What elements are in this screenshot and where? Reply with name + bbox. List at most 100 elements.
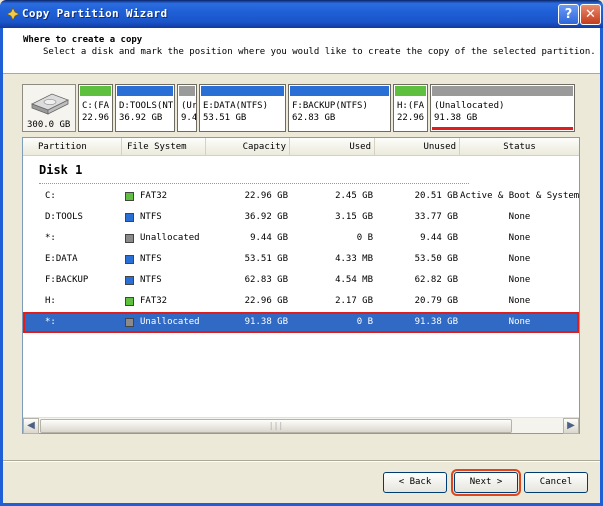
cell-partition: *:	[45, 317, 56, 327]
cell-partition: H:	[45, 296, 56, 306]
segment-size: 9.4	[181, 113, 197, 123]
cell-capacity: 22.96 GB	[244, 191, 288, 201]
cell-unused: 33.77 GB	[414, 212, 458, 222]
cell-capacity: 62.83 GB	[244, 275, 288, 285]
file-system-color-icon	[125, 297, 134, 306]
column-file-system[interactable]: File System	[122, 138, 206, 156]
table-row[interactable]: F:BACKUP 62.83 GB 4.54 MB 62.82 GB None NTFS	[23, 270, 579, 291]
table-row[interactable]: *: 91.38 GB 0 B 91.38 GB None Unallocated	[23, 312, 579, 333]
file-system-color-icon	[125, 213, 134, 222]
file-system-color-icon	[125, 234, 134, 243]
cell-status: None	[508, 317, 531, 327]
table-row[interactable]: *: 9.44 GB 0 B 9.44 GB None Unallocated	[23, 228, 579, 249]
segment-size: 53.51 GB	[203, 113, 247, 123]
cell-used: 2.17 GB	[335, 296, 373, 306]
cell-partition: C:	[45, 191, 56, 201]
footer-separator	[3, 460, 600, 462]
disk-group-label: Disk 1	[39, 163, 83, 177]
cell-partition: D:TOOLS	[45, 212, 83, 222]
column-label: Unused	[423, 142, 456, 152]
back-button-label: < Back	[398, 477, 432, 487]
wizard-header: Where to create a copy Select a disk and…	[3, 28, 600, 74]
table-row[interactable]: C: 22.96 GB 2.45 GB 20.51 GB Active & Boot &…	[23, 186, 579, 207]
cell-file-system: NTFS	[140, 275, 162, 285]
list-header: Partition File System Capacity Used Unus…	[23, 138, 579, 156]
cancel-button[interactable]: Cancel	[524, 472, 588, 493]
cell-status: Active & Boot & System	[460, 191, 579, 201]
table-row[interactable]: D:TOOLS 36.92 GB 3.15 GB 33.77 GB None NTFS	[23, 207, 579, 228]
cell-file-system: Unallocated	[140, 233, 200, 243]
horizontal-scrollbar[interactable]: ◀ ||| ▶	[23, 417, 579, 434]
segment-size: 36.92 GB	[119, 113, 163, 123]
cell-used: 0 B	[356, 233, 373, 243]
cell-unused: 53.50 GB	[414, 254, 458, 264]
scroll-right-button[interactable]: ▶	[563, 418, 579, 434]
column-label: Capacity	[242, 142, 286, 152]
column-partition[interactable]: Partition	[23, 138, 122, 156]
next-button-label: Next >	[469, 477, 503, 487]
cell-status: None	[508, 275, 531, 285]
hard-disk-icon	[31, 93, 69, 115]
segment-label: (Ur	[181, 101, 197, 111]
column-used[interactable]: Used	[290, 138, 375, 156]
scroll-thumb[interactable]: |||	[40, 419, 512, 433]
disk-segment-e[interactable]: E:DATA(NTFS) 53.51 GB	[199, 84, 286, 132]
disk-info[interactable]: 300.0 GB	[22, 84, 76, 132]
disk-segment-h[interactable]: H:(FA 22.96	[393, 84, 428, 132]
column-unused[interactable]: Unused	[375, 138, 460, 156]
file-system-color-icon	[125, 276, 134, 285]
segment-label: C:(FA	[82, 101, 110, 111]
cell-used: 2.45 GB	[335, 191, 373, 201]
segment-bar	[80, 86, 111, 96]
help-button[interactable]: ?	[558, 4, 579, 25]
column-capacity[interactable]: Capacity	[206, 138, 290, 156]
scroll-left-button[interactable]: ◀	[23, 418, 39, 434]
cell-unused: 91.38 GB	[414, 317, 458, 327]
cell-partition: F:BACKUP	[45, 275, 89, 285]
cell-capacity: 36.92 GB	[244, 212, 288, 222]
segment-size: 62.83 GB	[292, 113, 336, 123]
disk-map: 300.0 GB C:(FA 22.96 D:TOOLS(NT 36.92 GB…	[22, 84, 578, 132]
disk-segment-unallocated-1[interactable]: (Ur 9.4	[177, 84, 197, 132]
cell-file-system: Unallocated	[140, 317, 200, 327]
disk-segment-f[interactable]: F:BACKUP(NTFS) 62.83 GB	[288, 84, 391, 132]
segment-bar	[395, 86, 426, 96]
close-icon: ✕	[585, 7, 596, 22]
segment-bar	[117, 86, 173, 96]
cell-file-system: FAT32	[140, 296, 168, 306]
cell-unused: 62.82 GB	[414, 275, 458, 285]
chevron-left-icon: ◀	[27, 420, 35, 431]
disk-size: 300.0 GB	[27, 120, 71, 130]
cell-unused: 20.79 GB	[414, 296, 458, 306]
disk-segment-d[interactable]: D:TOOLS(NT 36.92 GB	[115, 84, 175, 132]
cell-used: 0 B	[356, 317, 373, 327]
cancel-button-label: Cancel	[539, 477, 573, 487]
disk-segment-unallocated-2[interactable]: (Unallocated) 91.38 GB	[430, 84, 575, 132]
grip-icon: |||	[268, 421, 284, 430]
cell-status: None	[508, 212, 531, 222]
cell-file-system: FAT32	[140, 191, 168, 201]
back-button[interactable]: < Back	[383, 472, 447, 493]
close-button[interactable]: ✕	[580, 4, 601, 25]
cell-status: None	[508, 254, 531, 264]
column-label: Status	[503, 142, 536, 152]
file-system-color-icon	[125, 318, 134, 327]
disk-segment-c[interactable]: C:(FA 22.96	[78, 84, 113, 132]
segment-label: D:TOOLS(NT	[119, 101, 174, 111]
partition-list[interactable]: Partition File System Capacity Used Unus…	[22, 137, 580, 434]
table-row[interactable]: E:DATA 53.51 GB 4.33 MB 53.50 GB None NTFS	[23, 249, 579, 270]
segment-label: E:DATA(NTFS)	[203, 101, 269, 111]
segment-bar	[201, 86, 284, 96]
cell-status: None	[508, 296, 531, 306]
column-status[interactable]: Status	[460, 138, 579, 156]
segment-bar	[432, 86, 573, 96]
table-row[interactable]: H: 22.96 GB 2.17 GB 20.79 GB None FAT32	[23, 291, 579, 312]
cell-used: 3.15 GB	[335, 212, 373, 222]
segment-size: 22.96	[82, 113, 110, 123]
cell-file-system: NTFS	[140, 212, 162, 222]
next-button[interactable]: Next >	[451, 469, 521, 496]
segment-size: 22.96	[397, 113, 425, 123]
page-subtitle: Select a disk and mark the position wher…	[43, 47, 596, 57]
help-icon: ?	[564, 7, 573, 22]
cell-unused: 9.44 GB	[420, 233, 458, 243]
